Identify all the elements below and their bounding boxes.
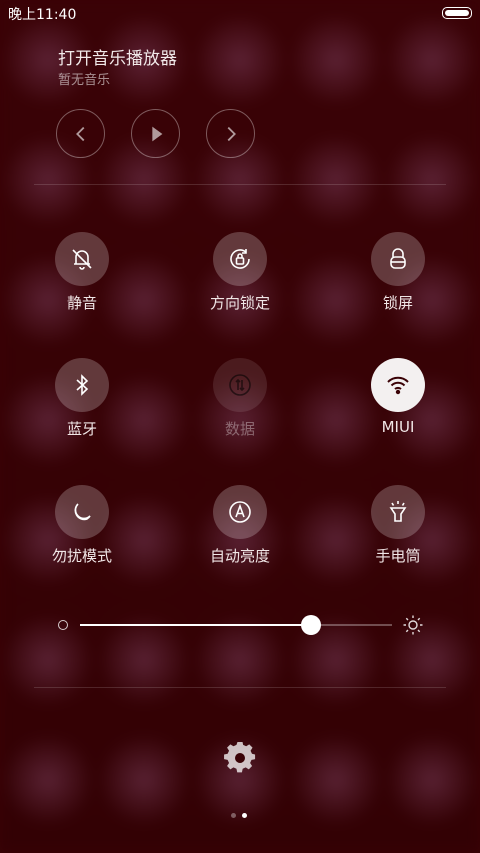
gear-icon[interactable]	[224, 742, 256, 774]
previous-button[interactable]	[56, 109, 105, 158]
toggle-wifi[interactable]: MIUI	[343, 358, 453, 436]
brightness-track[interactable]	[80, 615, 392, 635]
toggle-flashlight-label: 手电筒	[375, 547, 421, 565]
page-dot-active	[242, 813, 247, 818]
brightness-low-icon	[58, 620, 68, 630]
play-button[interactable]	[131, 109, 180, 158]
bell-muted-icon	[72, 249, 92, 270]
toggle-mute[interactable]: 静音	[27, 232, 137, 313]
toggle-rotation-lock-label: 方向锁定	[209, 294, 270, 312]
status-time: 晚上11:40	[8, 7, 77, 23]
toggle-mobile-data-label: 数据	[224, 420, 255, 438]
toggle-mobile-data[interactable]: 数据	[185, 358, 295, 439]
toggle-auto-brightness[interactable]: 自动亮度	[185, 485, 295, 566]
toggle-bluetooth[interactable]: 蓝牙	[27, 358, 137, 439]
divider	[34, 687, 446, 688]
music-title[interactable]: 打开音乐播放器	[58, 44, 177, 69]
toggle-mobile-data-circle[interactable]	[213, 358, 267, 412]
brightness-fill	[80, 624, 311, 626]
toggle-do-not-disturb[interactable]: 勿扰模式	[27, 485, 137, 566]
toggle-mute-circle[interactable]	[55, 232, 109, 286]
page-dot	[231, 813, 236, 818]
control-center: 晚上11:40 打开音乐播放器 暂无音乐 静音 方向锁定 锁屏 蓝牙 数据 MI…	[0, 0, 480, 853]
toggle-do-not-disturb-label: 勿扰模式	[51, 547, 112, 565]
bluetooth-icon	[76, 374, 89, 396]
previous-icon	[75, 126, 84, 141]
toggle-wifi-label: MIUI	[381, 418, 415, 436]
brightness-thumb[interactable]	[300, 615, 321, 635]
brightness-high-icon	[403, 615, 423, 635]
auto-brightness-icon	[229, 501, 251, 523]
lock-icon	[390, 248, 406, 269]
battery-icon	[442, 7, 472, 19]
toggle-bluetooth-circle[interactable]	[55, 358, 109, 412]
divider	[34, 184, 446, 185]
toggle-auto-brightness-label: 自动亮度	[209, 547, 270, 565]
toggle-rotation-lock[interactable]: 方向锁定	[185, 232, 295, 313]
brightness-slider[interactable]	[56, 612, 428, 638]
music-subtitle: 暂无音乐	[58, 73, 111, 88]
page-indicator	[231, 813, 247, 818]
flashlight-icon	[389, 501, 407, 522]
next-icon	[227, 126, 236, 141]
toggle-mute-label: 静音	[66, 294, 97, 312]
toggle-wifi-circle[interactable]	[371, 358, 425, 412]
toggle-lock-screen[interactable]: 锁屏	[343, 232, 453, 313]
mobile-data-icon	[229, 374, 251, 396]
toggle-flashlight[interactable]: 手电筒	[343, 485, 453, 566]
toggle-flashlight-circle[interactable]	[371, 485, 425, 539]
next-button[interactable]	[206, 109, 255, 158]
toggle-do-not-disturb-circle[interactable]	[55, 485, 109, 539]
moon-icon	[74, 503, 91, 521]
wifi-icon	[387, 376, 409, 395]
toggle-auto-brightness-circle[interactable]	[213, 485, 267, 539]
toggle-lock-screen-circle[interactable]	[371, 232, 425, 286]
toggle-lock-screen-label: 锁屏	[382, 294, 413, 312]
rotation-lock-icon	[230, 249, 250, 269]
toggle-bluetooth-label: 蓝牙	[66, 420, 97, 438]
play-icon	[151, 126, 162, 141]
toggle-rotation-lock-circle[interactable]	[213, 232, 267, 286]
